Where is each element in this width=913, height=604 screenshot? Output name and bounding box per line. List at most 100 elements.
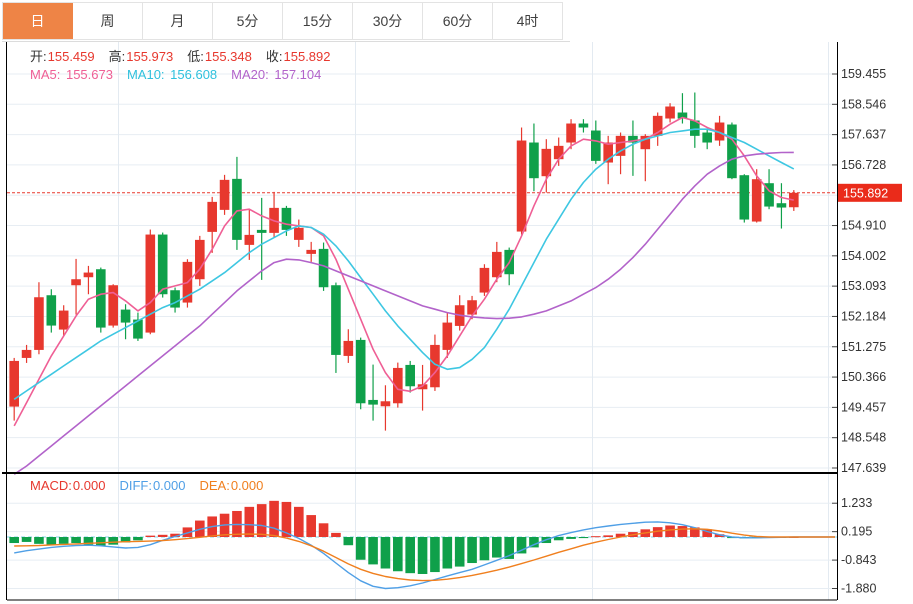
- candle-up: [34, 297, 44, 350]
- candle-up: [294, 227, 304, 240]
- macd-bar-negative: [566, 537, 576, 539]
- macd-bar-positive: [157, 534, 168, 537]
- price-axis-label: 156.728: [841, 158, 886, 172]
- candle-up: [541, 148, 552, 177]
- macd-bar-negative: [405, 537, 415, 574]
- price-axis-label: 152.184: [841, 309, 886, 323]
- macd-bar-negative: [467, 537, 477, 564]
- macd-bar-positive: [269, 500, 279, 537]
- candle-up: [751, 179, 762, 222]
- candle-down: [281, 207, 292, 230]
- candle-down: [355, 339, 366, 404]
- candle-up: [71, 279, 81, 286]
- macd-bar-positive: [294, 506, 304, 537]
- macd-bar-positive: [677, 526, 688, 537]
- macd-bar-positive: [591, 536, 601, 538]
- candle-down: [727, 124, 737, 179]
- candle-up: [207, 201, 217, 232]
- candle-down: [591, 130, 601, 161]
- candle-up: [665, 106, 675, 119]
- macd-bar-positive: [318, 523, 329, 537]
- macd-bar-negative: [355, 537, 366, 560]
- candle-up: [479, 267, 490, 293]
- macd-axis-label: -1.880: [841, 582, 876, 596]
- macd-bar-negative: [454, 537, 465, 567]
- macd-bar-negative: [492, 537, 502, 558]
- macd-bar-negative: [46, 537, 57, 545]
- ma10-line: [13, 128, 795, 400]
- tab-30min[interactable]: 30分: [353, 3, 423, 39]
- macd-axis-label: 0.195: [841, 525, 872, 539]
- candle-up: [380, 401, 391, 407]
- price-axis-label: 153.093: [841, 279, 886, 293]
- macd-bar-negative: [417, 537, 428, 574]
- tab-4hour[interactable]: 4时: [493, 3, 563, 39]
- price-axis-label: 159.455: [841, 67, 886, 81]
- tab-day[interactable]: 日: [3, 3, 73, 39]
- current-price-badge-text: 155.892: [843, 186, 888, 200]
- candle-down: [578, 123, 589, 128]
- candle-up: [553, 145, 564, 160]
- period-tab-bar: 日周月 5分 15分 30分 60分 4时: [2, 2, 563, 40]
- macd-bar-negative: [479, 537, 490, 561]
- ma20-line: [13, 151, 794, 475]
- candle-down: [120, 309, 131, 323]
- macd-bar-negative: [9, 537, 19, 544]
- candle-up: [244, 234, 255, 245]
- candle-down: [776, 203, 787, 208]
- tab-month[interactable]: 月: [143, 3, 213, 39]
- candle-up: [566, 123, 576, 143]
- candle-up: [9, 360, 19, 407]
- macd-bar-negative: [442, 537, 453, 569]
- macd-bar-positive: [331, 532, 341, 537]
- candle-down: [331, 285, 341, 355]
- price-axis-label: 154.002: [841, 249, 886, 263]
- macd-axis-label: 1.233: [841, 496, 872, 510]
- macd-bar-positive: [244, 506, 255, 537]
- tab-60min[interactable]: 60分: [423, 3, 493, 39]
- candle-down: [96, 269, 106, 328]
- candle-up: [145, 234, 156, 333]
- macd-bar-negative: [553, 537, 564, 541]
- candle-up: [306, 249, 316, 254]
- price-axis-label: 147.639: [841, 461, 886, 475]
- candle-down: [256, 229, 267, 233]
- macd-axis-label: -0.843: [841, 553, 876, 567]
- price-axis-label: 150.366: [841, 370, 886, 384]
- tab-15min[interactable]: 15分: [283, 3, 353, 39]
- candle-down: [232, 178, 242, 240]
- candle-down: [739, 175, 750, 220]
- candle-up: [83, 272, 94, 278]
- macd-bar-negative: [393, 537, 403, 572]
- tab-week[interactable]: 周: [73, 3, 143, 39]
- price-axis-label: 157.637: [841, 128, 886, 142]
- candle-down: [170, 290, 180, 308]
- macd-bar-positive: [665, 525, 675, 537]
- candle-up: [108, 285, 118, 326]
- candle-down: [46, 295, 57, 326]
- macd-bar-negative: [34, 537, 44, 544]
- macd-bar-positive: [603, 535, 613, 537]
- macd-bar-negative: [133, 537, 143, 541]
- macd-bar-negative: [430, 537, 440, 573]
- macd-bar-negative: [578, 537, 589, 539]
- macd-bar-negative: [380, 537, 391, 569]
- macd-bar-negative: [71, 537, 81, 544]
- macd-bar-positive: [306, 515, 316, 537]
- candle-down: [529, 142, 539, 179]
- candle-up: [21, 349, 32, 358]
- price-axis-label: 149.457: [841, 400, 886, 414]
- candle-down: [368, 399, 378, 405]
- ma5-line: [13, 116, 794, 427]
- macd-bar-negative: [108, 537, 118, 545]
- candle-up: [58, 310, 69, 330]
- tab-5min[interactable]: 5分: [213, 3, 283, 39]
- candle-down: [405, 364, 415, 387]
- macd-bar-negative: [368, 537, 378, 565]
- price-axis-label: 151.275: [841, 340, 886, 354]
- macd-bar-positive: [145, 535, 156, 537]
- candle-up: [516, 140, 527, 232]
- candlestick-chart-canvas[interactable]: 159.455 158.546 157.637 156.728 154.910 154.0…: [0, 0, 913, 604]
- kline-chart-window: 159.455 158.546 157.637 156.728 154.910 154.0…: [0, 0, 913, 604]
- macd-bar-negative: [21, 537, 32, 542]
